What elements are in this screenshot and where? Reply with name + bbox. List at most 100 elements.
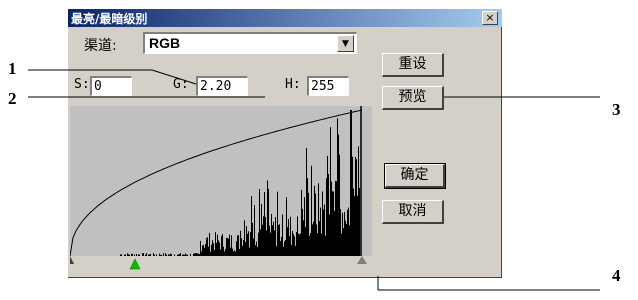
histogram-bar — [183, 254, 184, 256]
histogram-bar — [211, 244, 212, 256]
close-icon[interactable]: × — [482, 11, 498, 25]
histogram-bar — [295, 245, 296, 256]
histogram-bar — [247, 233, 248, 256]
histogram-bar — [358, 146, 359, 256]
histogram-bar — [347, 209, 348, 256]
histogram-bar — [272, 225, 273, 256]
histogram-bar — [300, 233, 301, 256]
histogram-bar — [194, 253, 195, 256]
histogram-bar — [319, 221, 320, 256]
histogram-bar — [221, 236, 222, 256]
histogram-bar — [120, 254, 121, 256]
histogram-bar — [277, 191, 278, 256]
histogram-bar — [161, 254, 162, 256]
histogram-bar — [220, 249, 221, 256]
dropdown-arrow-icon[interactable]: ▼ — [337, 35, 354, 52]
histogram-bar — [299, 234, 300, 256]
histogram-bar — [265, 217, 266, 256]
histogram-bar — [142, 253, 143, 256]
histogram-bar — [318, 183, 319, 256]
histogram-bar — [129, 254, 130, 256]
histogram-bar — [184, 254, 185, 256]
histogram-bar — [244, 220, 245, 256]
histogram-bar — [180, 253, 181, 256]
histogram-bar — [315, 193, 316, 256]
histogram-bar — [195, 253, 196, 256]
histogram-bar — [343, 228, 344, 256]
histogram-bar — [294, 236, 295, 256]
histogram-bar — [293, 233, 294, 256]
histogram-bar — [287, 227, 288, 256]
dialog-title: 最亮/最暗级别 — [71, 12, 148, 26]
histogram-bar — [297, 216, 298, 256]
histogram-bar — [350, 110, 351, 256]
histogram-bar — [217, 234, 218, 256]
histogram-bar — [232, 248, 233, 256]
histogram-bar — [182, 254, 183, 256]
histogram-bar — [278, 224, 279, 256]
preview-button[interactable]: 预览 — [382, 86, 444, 110]
histogram-bar — [298, 233, 299, 256]
histogram-bar — [330, 127, 331, 256]
histogram-bar — [125, 254, 126, 256]
histogram-bar — [229, 234, 230, 256]
histogram-bar — [338, 134, 339, 256]
histogram-bar — [289, 236, 290, 256]
histogram-bar — [178, 254, 179, 256]
histogram-bar — [266, 230, 267, 256]
s-input[interactable]: 0 — [90, 76, 132, 96]
histogram-bar — [328, 174, 329, 256]
histogram-bar — [134, 254, 135, 256]
histogram-bar — [356, 159, 357, 256]
histogram-bar — [285, 239, 286, 256]
histogram-bar — [170, 253, 171, 256]
h-input[interactable]: 255 — [307, 76, 349, 96]
channel-select[interactable]: RGB — [143, 32, 357, 54]
histogram-bar — [128, 254, 129, 256]
histogram-bar — [268, 188, 269, 256]
histogram-bar — [235, 251, 236, 256]
histogram-bar — [139, 254, 140, 256]
histogram-bar — [254, 205, 255, 256]
histogram-bar — [264, 192, 265, 256]
histogram-bar — [251, 196, 252, 256]
histogram-bar — [243, 239, 244, 256]
histogram-bar — [193, 253, 194, 256]
histogram-bar — [154, 254, 155, 256]
histogram-bar — [255, 245, 256, 256]
histogram-bar — [145, 254, 146, 256]
histogram-bar — [286, 197, 287, 256]
histogram-bar — [185, 253, 186, 256]
histogram-bar — [323, 209, 324, 256]
histogram-bar — [261, 203, 262, 256]
histogram-bar — [233, 251, 234, 256]
histogram-bar — [127, 253, 128, 256]
histogram-bar — [224, 251, 225, 256]
histogram-bar — [359, 188, 360, 256]
histogram-bar — [240, 230, 241, 256]
histogram-bar — [258, 232, 259, 256]
histogram-panel[interactable] — [70, 106, 372, 274]
cancel-button[interactable]: 取消 — [382, 200, 444, 224]
histogram-bar — [252, 222, 253, 256]
histogram-bar — [310, 233, 311, 256]
histogram-bar — [305, 227, 306, 256]
histogram-bar — [291, 245, 292, 256]
reset-button[interactable]: 重设 — [382, 53, 444, 77]
histogram-bar — [239, 249, 240, 256]
histogram-bar — [348, 207, 349, 256]
histogram-bar — [216, 242, 217, 256]
histogram-bar — [246, 226, 247, 256]
g-input[interactable]: 2.20 — [196, 76, 248, 96]
histogram-bar — [256, 241, 257, 256]
ok-button[interactable]: 确定 — [384, 163, 446, 189]
histogram-bar — [227, 238, 228, 256]
histogram-bar — [273, 221, 274, 256]
histogram-bar — [165, 253, 166, 256]
histogram-bar — [226, 237, 227, 256]
histogram-bar — [206, 238, 207, 256]
histogram-bar — [357, 195, 358, 256]
histogram-bar — [352, 156, 353, 256]
histogram-bar — [324, 204, 325, 256]
histogram-bar — [290, 216, 291, 256]
